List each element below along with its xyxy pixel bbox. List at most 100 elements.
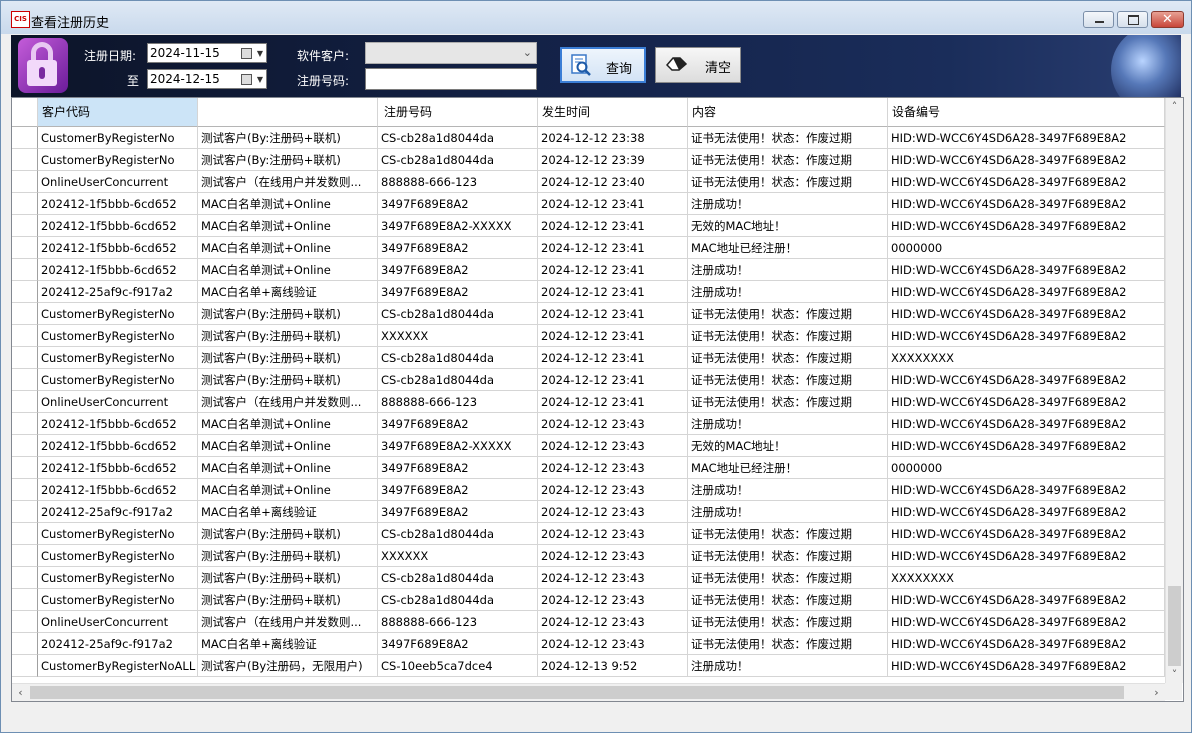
maximize-button[interactable]	[1117, 11, 1148, 28]
cell-customer-code[interactable]: 202412-1f5bbb-6cd652	[38, 435, 198, 457]
column-header-register-no[interactable]: 注册号码	[378, 98, 538, 127]
close-button[interactable]: ✕	[1151, 11, 1184, 28]
cell-customer-code[interactable]: CustomerByRegisterNo	[38, 325, 198, 347]
cell-content[interactable]: 证书无法使用！状态：作废过期	[688, 523, 888, 545]
cell-content[interactable]: 证书无法使用！状态：作废过期	[688, 589, 888, 611]
row-header[interactable]	[12, 413, 38, 435]
cell-content[interactable]: 证书无法使用！状态：作废过期	[688, 303, 888, 325]
cell-device-id[interactable]: 0000000	[888, 237, 1165, 259]
cell-customer-code[interactable]: CustomerByRegisterNo	[38, 347, 198, 369]
row-header[interactable]	[12, 633, 38, 655]
date-to-picker[interactable]: 2024-12-15 ▼	[147, 69, 267, 89]
row-header[interactable]	[12, 655, 38, 677]
table-row[interactable]: 202412-1f5bbb-6cd652 MAC白名单测试+Online 3497F…	[12, 479, 1165, 501]
clear-button[interactable]: 清空	[655, 47, 741, 83]
row-header[interactable]	[12, 325, 38, 347]
cell-device-id[interactable]: XXXXXXXX	[888, 567, 1165, 589]
cell-device-id[interactable]: HID:WD-WCC6Y4SD6A28-3497F689E8A2	[888, 633, 1165, 655]
cell-customer-code[interactable]: 202412-1f5bbb-6cd652	[38, 413, 198, 435]
cell-time[interactable]: 2024-12-12 23:43	[538, 545, 688, 567]
cell-register-no[interactable]: XXXXXX	[378, 325, 538, 347]
cell-device-id[interactable]: HID:WD-WCC6Y4SD6A28-3497F689E8A2	[888, 391, 1165, 413]
table-row[interactable]: OnlineUserConcurrent 测试客户（在线用户并发数则... 8888…	[12, 171, 1165, 193]
cell-device-id[interactable]: HID:WD-WCC6Y4SD6A28-3497F689E8A2	[888, 479, 1165, 501]
table-row[interactable]: CustomerByRegisterNo 测试客户(By:注册码+联机) XXXXX…	[12, 545, 1165, 567]
cell-customer-code[interactable]: 202412-25af9c-f917a2	[38, 281, 198, 303]
column-header-content[interactable]: 内容	[688, 98, 888, 127]
cell-device-id[interactable]: XXXXXXXX	[888, 347, 1165, 369]
table-row[interactable]: 202412-1f5bbb-6cd652 MAC白名单测试+Online 3497F…	[12, 215, 1165, 237]
cell-content[interactable]: 注册成功！	[688, 655, 888, 677]
cell-content[interactable]: 证书无法使用！状态：作废过期	[688, 611, 888, 633]
table-row[interactable]: CustomerByRegisterNo 测试客户(By:注册码+联机) CS-cb…	[12, 523, 1165, 545]
cell-time[interactable]: 2024-12-12 23:41	[538, 369, 688, 391]
table-row[interactable]: CustomerByRegisterNo 测试客户(By:注册码+联机) CS-cb…	[12, 127, 1165, 149]
table-row[interactable]: 202412-1f5bbb-6cd652 MAC白名单测试+Online 3497F…	[12, 413, 1165, 435]
cell-customer-name[interactable]: MAC白名单测试+Online	[198, 413, 378, 435]
row-header[interactable]	[12, 215, 38, 237]
cell-content[interactable]: 证书无法使用！状态：作废过期	[688, 391, 888, 413]
cell-time[interactable]: 2024-12-13 9:52	[538, 655, 688, 677]
row-header[interactable]	[12, 611, 38, 633]
cell-customer-code[interactable]: CustomerByRegisterNo	[38, 545, 198, 567]
row-header[interactable]	[12, 149, 38, 171]
cell-time[interactable]: 2024-12-12 23:43	[538, 413, 688, 435]
cell-time[interactable]: 2024-12-12 23:43	[538, 501, 688, 523]
row-header[interactable]	[12, 589, 38, 611]
table-row[interactable]: 202412-25af9c-f917a2 MAC白名单+离线验证 3497F689E…	[12, 281, 1165, 303]
cell-customer-code[interactable]: CustomerByRegisterNo	[38, 149, 198, 171]
cell-time[interactable]: 2024-12-12 23:43	[538, 633, 688, 655]
cell-register-no[interactable]: CS-cb28a1d8044da	[378, 127, 538, 149]
table-row[interactable]: CustomerByRegisterNo 测试客户(By:注册码+联机) CS-cb…	[12, 149, 1165, 171]
row-header[interactable]	[12, 523, 38, 545]
cell-register-no[interactable]: 3497F689E8A2	[378, 237, 538, 259]
table-row[interactable]: OnlineUserConcurrent 测试客户（在线用户并发数则... 8888…	[12, 611, 1165, 633]
cell-register-no[interactable]: 3497F689E8A2	[378, 193, 538, 215]
cell-time[interactable]: 2024-12-12 23:41	[538, 237, 688, 259]
scroll-down-icon[interactable]: ˅	[1166, 666, 1183, 683]
row-header[interactable]	[12, 259, 38, 281]
vertical-scroll-thumb[interactable]	[1168, 586, 1181, 666]
cell-customer-code[interactable]: CustomerByRegisterNo	[38, 589, 198, 611]
cell-time[interactable]: 2024-12-12 23:43	[538, 589, 688, 611]
cell-time[interactable]: 2024-12-12 23:43	[538, 435, 688, 457]
cell-customer-code[interactable]: 202412-1f5bbb-6cd652	[38, 237, 198, 259]
cell-customer-code[interactable]: OnlineUserConcurrent	[38, 171, 198, 193]
cell-register-no[interactable]: 3497F689E8A2	[378, 259, 538, 281]
row-header[interactable]	[12, 281, 38, 303]
cell-register-no[interactable]: 3497F689E8A2-XXXXX	[378, 215, 538, 237]
row-header[interactable]	[12, 193, 38, 215]
cell-content[interactable]: 注册成功！	[688, 193, 888, 215]
cell-register-no[interactable]: 3497F689E8A2	[378, 479, 538, 501]
cell-register-no[interactable]: 888888-666-123	[378, 171, 538, 193]
cell-customer-code[interactable]: 202412-1f5bbb-6cd652	[38, 479, 198, 501]
table-row[interactable]: 202412-25af9c-f917a2 MAC白名单+离线验证 3497F689E…	[12, 633, 1165, 655]
cell-device-id[interactable]: HID:WD-WCC6Y4SD6A28-3497F689E8A2	[888, 259, 1165, 281]
table-row[interactable]: CustomerByRegisterNo 测试客户(By:注册码+联机) CS-cb…	[12, 589, 1165, 611]
cell-customer-code[interactable]: 202412-1f5bbb-6cd652	[38, 215, 198, 237]
table-row[interactable]: CustomerByRegisterNo 测试客户(By:注册码+联机) XXXXX…	[12, 325, 1165, 347]
cell-customer-name[interactable]: 测试客户(By:注册码+联机)	[198, 369, 378, 391]
cell-register-no[interactable]: CS-cb28a1d8044da	[378, 369, 538, 391]
cell-register-no[interactable]: CS-cb28a1d8044da	[378, 523, 538, 545]
cell-content[interactable]: 注册成功！	[688, 281, 888, 303]
cell-content[interactable]: 证书无法使用！状态：作废过期	[688, 325, 888, 347]
cell-register-no[interactable]: CS-cb28a1d8044da	[378, 589, 538, 611]
cell-device-id[interactable]: HID:WD-WCC6Y4SD6A28-3497F689E8A2	[888, 325, 1165, 347]
cell-customer-name[interactable]: 测试客户(By:注册码+联机)	[198, 567, 378, 589]
cell-time[interactable]: 2024-12-12 23:41	[538, 391, 688, 413]
cell-register-no[interactable]: 3497F689E8A2	[378, 413, 538, 435]
table-row[interactable]: CustomerByRegisterNo 测试客户(By:注册码+联机) CS-cb…	[12, 347, 1165, 369]
cell-register-no[interactable]: 3497F689E8A2	[378, 281, 538, 303]
cell-device-id[interactable]: HID:WD-WCC6Y4SD6A28-3497F689E8A2	[888, 655, 1165, 677]
cell-content[interactable]: 证书无法使用！状态：作废过期	[688, 171, 888, 193]
row-header[interactable]	[12, 501, 38, 523]
column-header-device-id[interactable]: 设备编号	[888, 98, 1165, 127]
cell-customer-code[interactable]: CustomerByRegisterNo	[38, 127, 198, 149]
cell-content[interactable]: 证书无法使用！状态：作废过期	[688, 545, 888, 567]
cell-customer-code[interactable]: 202412-1f5bbb-6cd652	[38, 457, 198, 479]
table-row[interactable]: CustomerByRegisterNo 测试客户(By:注册码+联机) CS-cb…	[12, 369, 1165, 391]
cell-customer-name[interactable]: MAC白名单测试+Online	[198, 259, 378, 281]
table-row[interactable]: OnlineUserConcurrent 测试客户（在线用户并发数则... 8888…	[12, 391, 1165, 413]
cell-customer-code[interactable]: 202412-25af9c-f917a2	[38, 633, 198, 655]
